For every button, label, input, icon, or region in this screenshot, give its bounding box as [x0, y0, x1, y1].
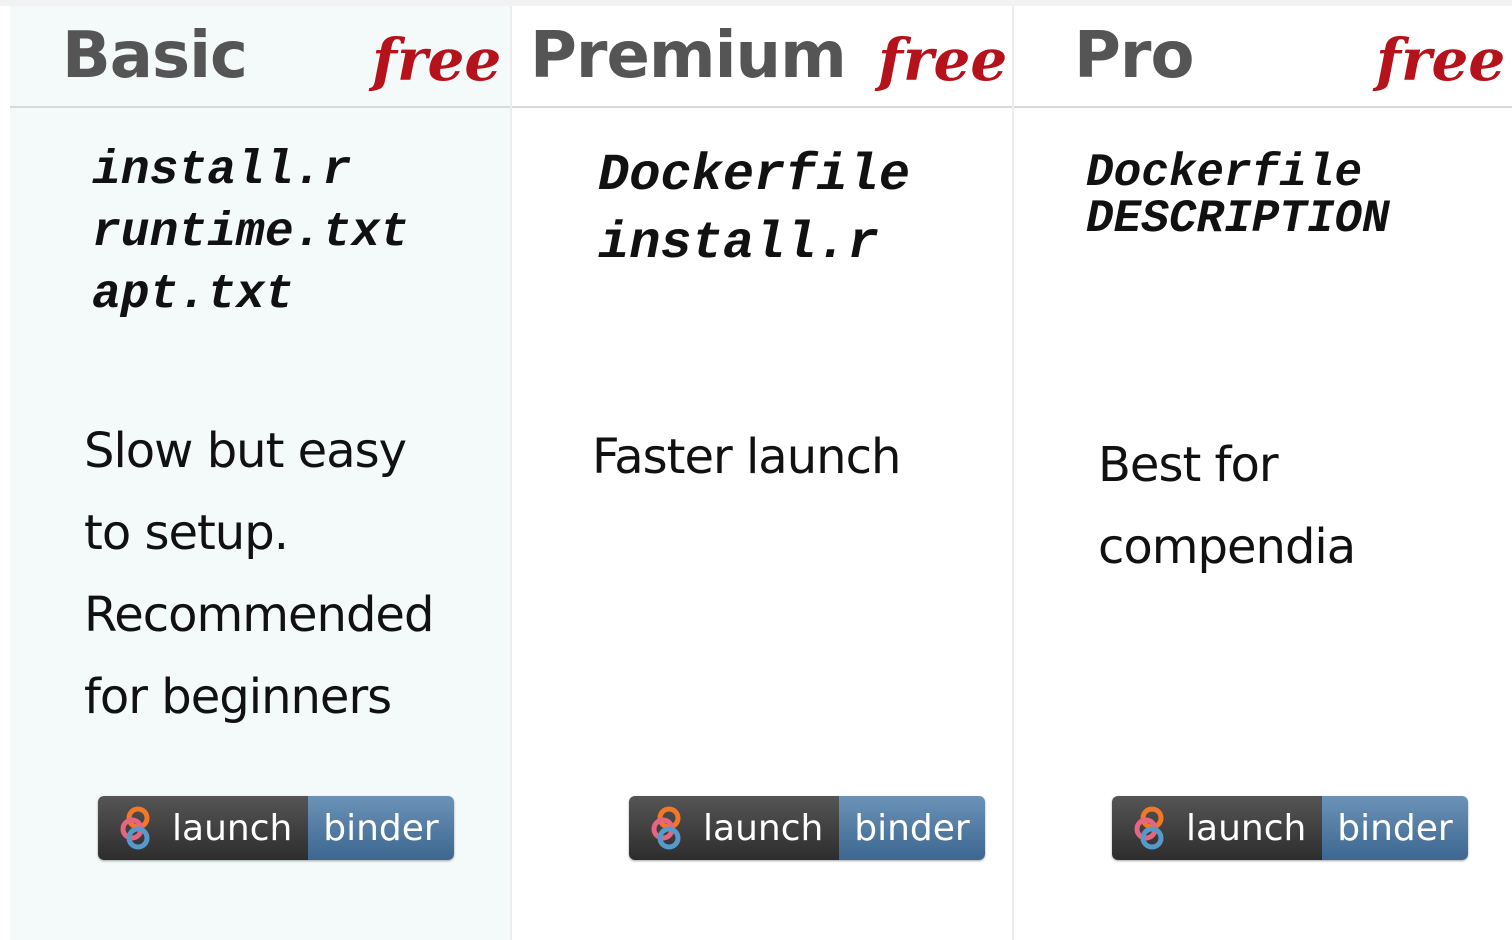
launch-binder-button[interactable]: launch binder: [1112, 796, 1468, 860]
description-line: for beginners: [84, 669, 392, 725]
file-name: DESCRIPTION: [1086, 193, 1390, 245]
tier-description: Faster launch: [592, 416, 901, 498]
binder-logo-icon: [651, 806, 681, 850]
tier-price: free: [1376, 26, 1506, 94]
description-line: to setup.: [84, 505, 289, 561]
tier-column-premium: Premium free Dockerfile install.r Faster…: [512, 6, 1014, 940]
tier-description: Slow but easy to setup. Recommended for …: [84, 410, 434, 738]
file-name: runtime.txt: [92, 206, 409, 260]
pricing-table: Basic free install.r runtime.txt apt.txt…: [0, 0, 1512, 940]
tier-header-pro: Pro free: [1014, 6, 1512, 108]
badge-binder-label: binder: [1337, 807, 1453, 849]
description-line: Recommended: [84, 587, 434, 643]
badge-launch-section: launch: [629, 796, 839, 860]
launch-binder-button[interactable]: launch binder: [98, 796, 454, 860]
tier-column-pro: Pro free Dockerfile DESCRIPTION Best for…: [1014, 6, 1512, 940]
badge-launch-section: launch: [98, 796, 308, 860]
badge-launch-label: launch: [172, 807, 293, 849]
tier-price: free: [372, 26, 502, 94]
badge-binder-label: binder: [854, 807, 970, 849]
description-line: Best for: [1098, 437, 1279, 493]
badge-binder-section: binder: [1322, 796, 1468, 860]
file-list: Dockerfile DESCRIPTION: [1086, 150, 1390, 242]
badge-launch-section: launch: [1112, 796, 1322, 860]
file-name: apt.txt: [92, 268, 294, 322]
file-list: install.r runtime.txt apt.txt: [92, 140, 409, 326]
tier-description: Best for compendia: [1098, 424, 1356, 588]
file-name: Dockerfile: [1086, 147, 1363, 199]
badge-launch-label: launch: [1186, 807, 1307, 849]
description-line: Faster launch: [592, 429, 901, 485]
launch-binder-button[interactable]: launch binder: [629, 796, 985, 860]
tier-name: Premium: [530, 19, 847, 93]
badge-launch-label: launch: [703, 807, 824, 849]
badge-binder-section: binder: [839, 796, 985, 860]
file-name: install.r: [598, 214, 879, 273]
tier-price: free: [878, 26, 1008, 94]
file-list: Dockerfile install.r: [598, 142, 910, 278]
file-name: install.r: [92, 144, 352, 198]
tier-column-basic: Basic free install.r runtime.txt apt.txt…: [10, 6, 512, 940]
tier-header-basic: Basic free: [10, 6, 510, 108]
file-name: Dockerfile: [598, 146, 911, 205]
tier-header-premium: Premium free: [512, 6, 1012, 108]
tier-name: Basic: [62, 19, 248, 93]
binder-logo-icon: [1134, 806, 1164, 850]
badge-binder-label: binder: [323, 807, 439, 849]
binder-logo-icon: [120, 806, 150, 850]
badge-binder-section: binder: [308, 796, 454, 860]
tier-name: Pro: [1074, 19, 1194, 93]
description-line: compendia: [1098, 519, 1356, 575]
description-line: Slow but easy: [84, 423, 407, 479]
